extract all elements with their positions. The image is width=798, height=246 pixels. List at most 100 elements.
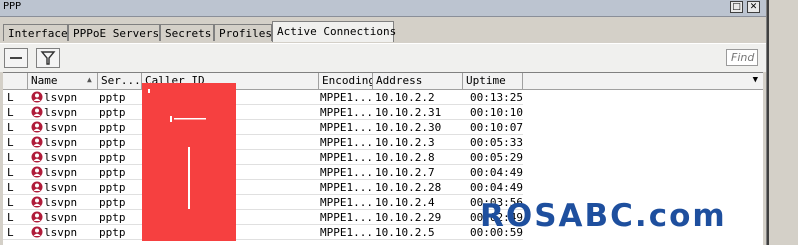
find-input[interactable]: Find bbox=[726, 49, 758, 66]
header-uptime[interactable]: Uptime bbox=[463, 73, 523, 89]
cell-service: pptp bbox=[99, 181, 126, 194]
tab-profiles[interactable]: Profiles bbox=[214, 24, 272, 41]
row-background bbox=[3, 195, 523, 210]
minus-icon bbox=[10, 57, 22, 59]
background-window bbox=[767, 0, 798, 245]
row-background bbox=[3, 135, 523, 150]
header-address[interactable]: Address bbox=[373, 73, 463, 89]
cell-name: lsvpn bbox=[44, 181, 78, 194]
row-background bbox=[3, 90, 523, 105]
row-background bbox=[3, 165, 523, 180]
cell-flag: L bbox=[7, 106, 14, 119]
cell-service: pptp bbox=[99, 136, 126, 149]
cell-address: 10.10.2.28 bbox=[375, 181, 442, 194]
remove-button[interactable] bbox=[4, 48, 28, 68]
redaction-marks bbox=[148, 89, 206, 209]
cell-name: lsvpn bbox=[44, 136, 78, 149]
cell-flag: L bbox=[7, 166, 14, 179]
cell-uptime: 00:04:49 bbox=[470, 181, 523, 194]
table-row[interactable]: Llsvpn pptp MPPE1... 10.10.2.7 00:04:49 bbox=[3, 165, 763, 180]
row-background bbox=[3, 180, 523, 195]
cell-address: 10.10.2.8 bbox=[375, 151, 435, 164]
cell-name: lsvpn bbox=[44, 91, 78, 104]
header-flag[interactable] bbox=[3, 73, 28, 89]
cell-name: lsvpn bbox=[44, 211, 78, 224]
cell-uptime: 00:05:33 bbox=[470, 136, 523, 149]
row-background bbox=[3, 210, 523, 225]
cell-name: lsvpn bbox=[44, 196, 78, 209]
cell-uptime: 00:04:49 bbox=[470, 166, 523, 179]
tab-secrets[interactable]: Secrets bbox=[160, 24, 214, 41]
cell-flag: L bbox=[7, 181, 14, 194]
user-icon bbox=[31, 211, 43, 223]
cell-address: 10.10.2.30 bbox=[375, 121, 442, 134]
tab-active-connections[interactable]: Active Connections bbox=[272, 21, 396, 42]
cell-flag: L bbox=[7, 121, 14, 134]
cell-flag: L bbox=[7, 226, 14, 239]
user-icon bbox=[31, 91, 43, 103]
header-service[interactable]: Ser... bbox=[98, 73, 142, 89]
cell-address: 10.10.2.29 bbox=[375, 211, 442, 224]
cell-encoding: MPPE1... bbox=[320, 226, 373, 239]
cell-address: 10.10.2.3 bbox=[375, 136, 435, 149]
cell-name: lsvpn bbox=[44, 121, 78, 134]
user-icon bbox=[31, 196, 43, 208]
user-icon bbox=[31, 136, 43, 148]
user-icon bbox=[31, 151, 43, 163]
table-row[interactable]: Llsvpn pptp MPPE1... 10.10.2.28 00:04:49 bbox=[3, 180, 763, 195]
column-menu-icon[interactable]: ▼ bbox=[753, 75, 758, 85]
filter-icon bbox=[40, 51, 56, 65]
cell-encoding: MPPE1... bbox=[320, 166, 373, 179]
toolbar: Find bbox=[0, 43, 766, 72]
sort-asc-icon: ▲ bbox=[87, 75, 92, 84]
row-background bbox=[3, 120, 523, 135]
table-row[interactable]: Llsvpn pptp MPPE1... 10.10.2.31 00:10:10 bbox=[3, 105, 763, 120]
cell-flag: L bbox=[7, 91, 14, 104]
cell-address: 10.10.2.2 bbox=[375, 91, 435, 104]
user-icon bbox=[31, 106, 43, 118]
cell-service: pptp bbox=[99, 121, 126, 134]
cell-service: pptp bbox=[99, 211, 126, 224]
cell-flag: L bbox=[7, 196, 14, 209]
table-row[interactable]: Llsvpn pptp MPPE1... 10.10.2.8 00:05:29 bbox=[3, 150, 763, 165]
table-row[interactable]: Llsvpn pptp MPPE1... 10.10.2.2 00:13:25 bbox=[3, 90, 763, 105]
user-icon bbox=[31, 166, 43, 178]
cell-service: pptp bbox=[99, 91, 126, 104]
cell-encoding: MPPE1... bbox=[320, 136, 373, 149]
table-row[interactable]: Llsvpn pptp MPPE1... 10.10.2.3 00:05:33 bbox=[3, 135, 763, 150]
row-background bbox=[3, 225, 523, 240]
cell-encoding: MPPE1... bbox=[320, 211, 373, 224]
header-encoding[interactable]: Encoding bbox=[319, 73, 373, 89]
cell-flag: L bbox=[7, 151, 14, 164]
cell-service: pptp bbox=[99, 226, 126, 239]
maximize-button[interactable]: □ bbox=[730, 1, 743, 13]
user-icon bbox=[31, 181, 43, 193]
cell-encoding: MPPE1... bbox=[320, 181, 373, 194]
cell-uptime: 00:10:10 bbox=[470, 106, 523, 119]
tab-pppoe-servers[interactable]: PPPoE Servers bbox=[68, 24, 160, 41]
cell-uptime: 00:05:29 bbox=[470, 151, 523, 164]
window-title: PPP bbox=[3, 1, 22, 12]
cell-encoding: MPPE1... bbox=[320, 121, 373, 134]
cell-encoding: MPPE1... bbox=[320, 106, 373, 119]
title-bar: PPP □ ✕ bbox=[0, 0, 766, 17]
row-background bbox=[3, 105, 523, 120]
cell-service: pptp bbox=[99, 106, 126, 119]
cell-name: lsvpn bbox=[44, 106, 78, 119]
user-icon bbox=[31, 121, 43, 133]
filter-button[interactable] bbox=[36, 48, 60, 68]
cell-uptime: 00:10:07 bbox=[470, 121, 523, 134]
cell-uptime: 00:13:25 bbox=[470, 91, 523, 104]
close-button[interactable]: ✕ bbox=[747, 1, 760, 13]
cell-encoding: MPPE1... bbox=[320, 151, 373, 164]
cell-flag: L bbox=[7, 136, 14, 149]
cell-address: 10.10.2.4 bbox=[375, 196, 435, 209]
table-row[interactable]: Llsvpn pptp MPPE1... 10.10.2.30 00:10:07 bbox=[3, 120, 763, 135]
cell-address: 10.10.2.5 bbox=[375, 226, 435, 239]
cell-encoding: MPPE1... bbox=[320, 196, 373, 209]
header-name-label: Name bbox=[31, 74, 58, 87]
cell-address: 10.10.2.31 bbox=[375, 106, 442, 119]
cell-name: lsvpn bbox=[44, 166, 78, 179]
tab-interface[interactable]: Interface bbox=[3, 24, 68, 41]
row-background bbox=[3, 150, 523, 165]
